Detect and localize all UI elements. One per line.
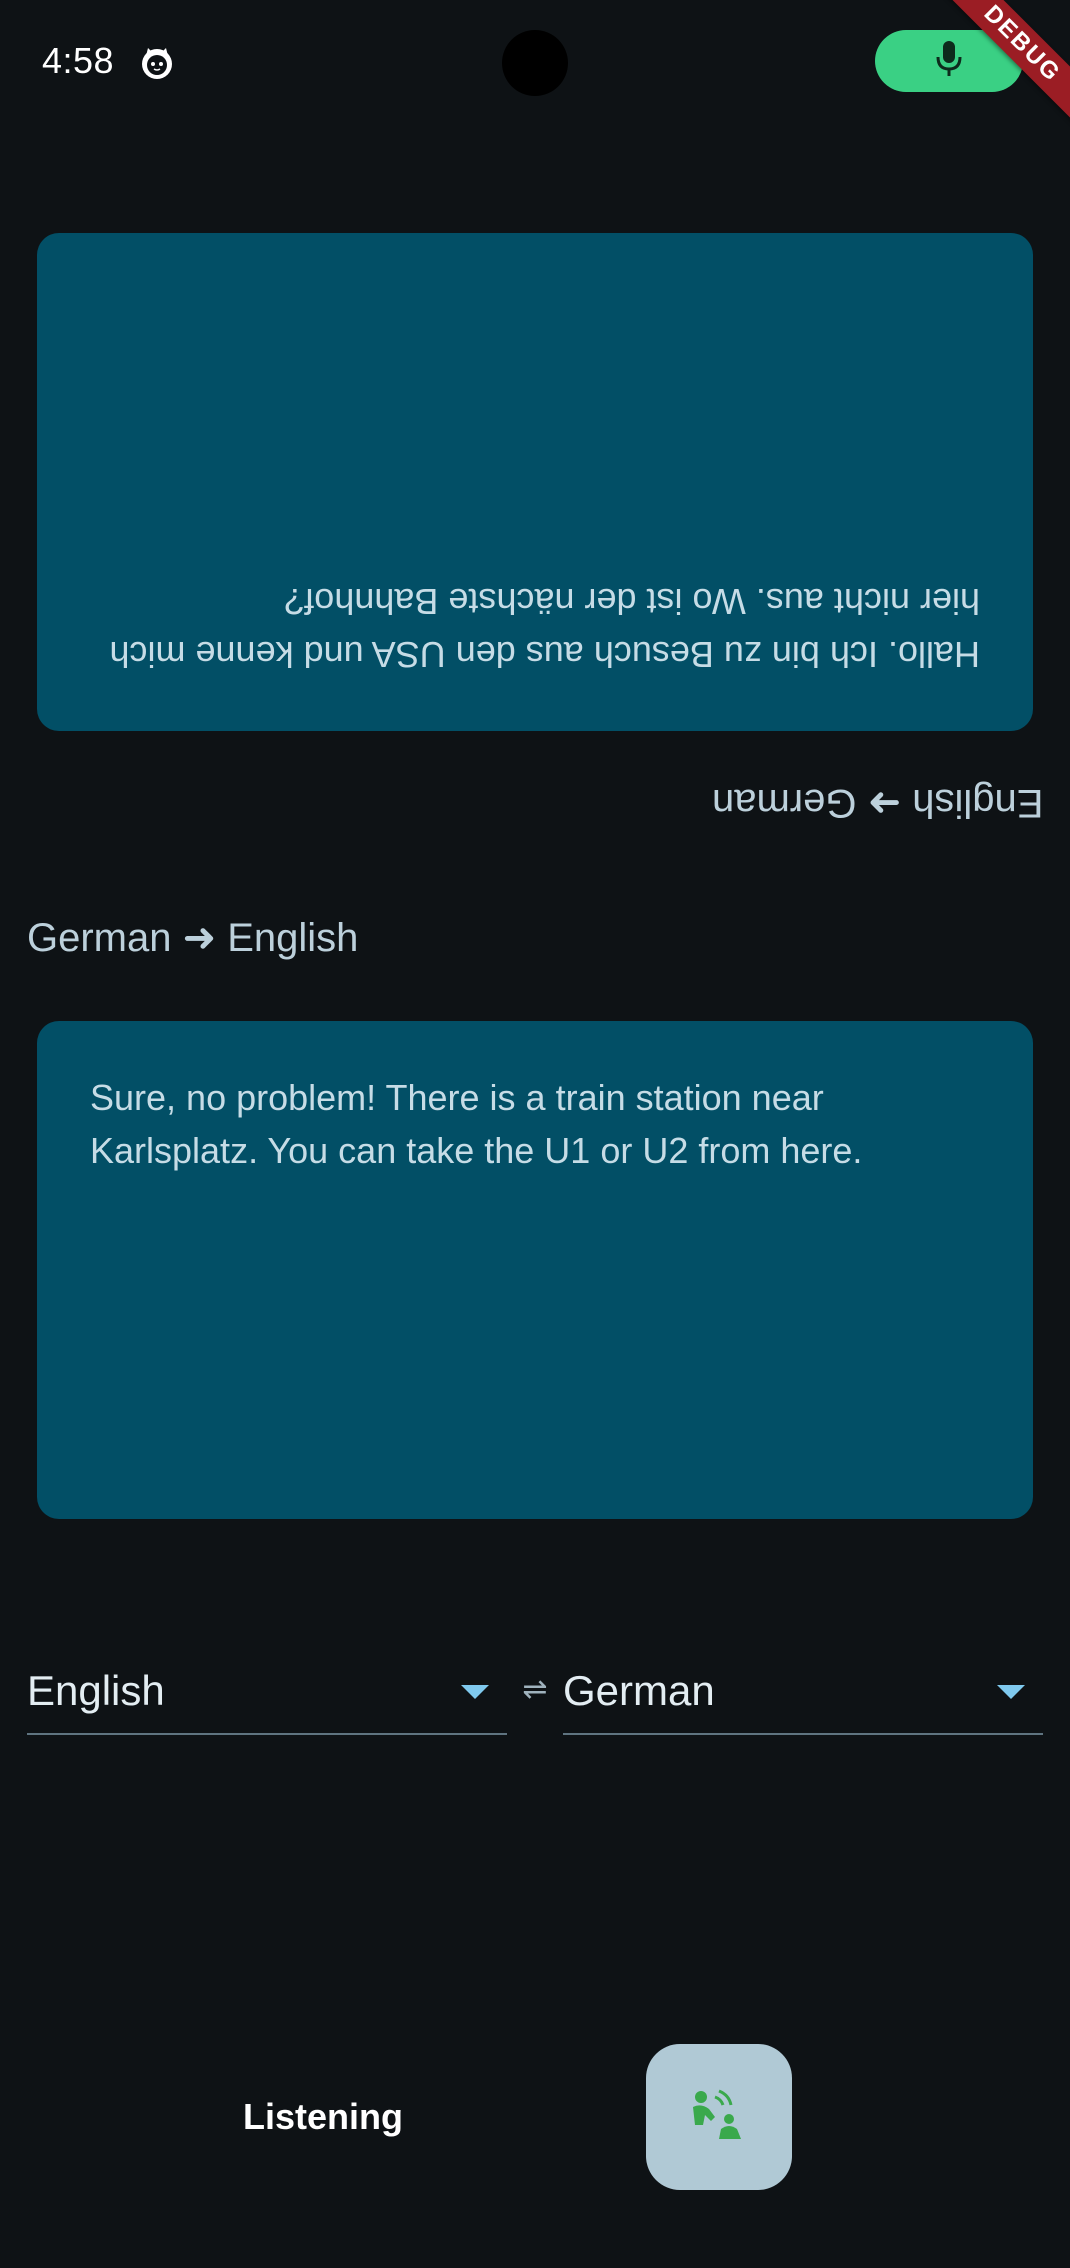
camera-cutout [502,30,568,96]
bottom-translation-text: Sure, no problem! There is a train stati… [90,1077,863,1171]
target-language-value: German [563,1667,715,1714]
voice-translate-button[interactable] [646,2044,792,2190]
source-language-value: English [27,1667,165,1714]
dropdown-caret-icon [997,1685,1025,1699]
voice-translate-icon [689,2085,749,2150]
bottom-translation-card: Sure, no problem! There is a train stati… [37,1021,1033,1519]
swap-languages-icon[interactable]: ⇌ [520,1672,550,1712]
app-screen: 4:58 DEBUG Hallo. Ich bin zu Besuch aus … [0,0,1070,2268]
cat-face-icon [140,46,174,80]
target-language-dropdown[interactable]: German [563,1655,1043,1735]
microphone-icon [934,39,964,84]
top-translation-text: Hallo. Ich bin zu Besuch aus den USA und… [109,581,980,675]
listening-status: Listening [243,2096,403,2137]
top-direction-label: English ➜ German [711,781,1043,825]
dropdown-caret-icon [461,1685,489,1699]
status-time: 4:58 [42,40,115,81]
source-language-dropdown[interactable]: English [27,1655,507,1735]
top-translation-card: Hallo. Ich bin zu Besuch aus den USA und… [37,233,1033,731]
bottom-direction-label: German ➜ English [27,916,359,960]
